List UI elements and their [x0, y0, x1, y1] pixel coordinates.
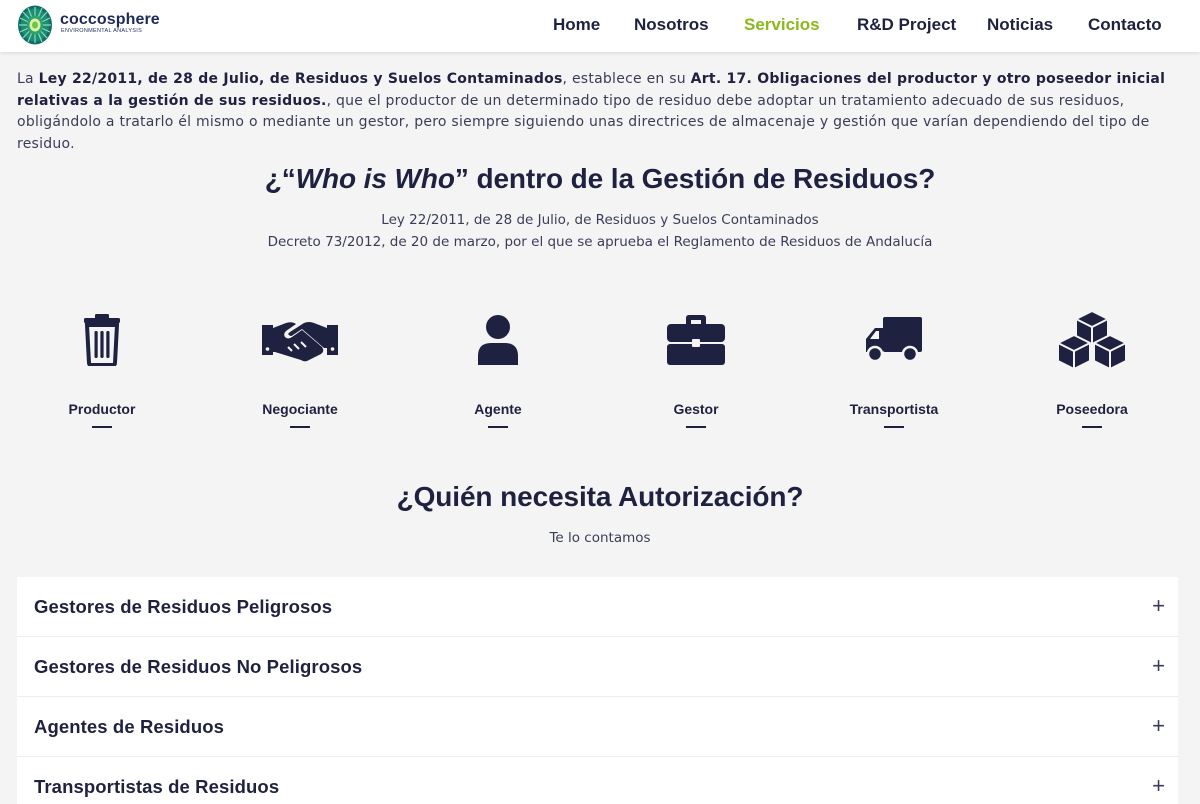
authorization-accordion: Gestores de Residuos Peligrosos + Gestor…: [17, 577, 1178, 804]
accordion-item-gestores-peligrosos[interactable]: Gestores de Residuos Peligrosos +: [17, 577, 1178, 637]
role-label-productor: Productor: [68, 401, 136, 417]
nav-item-servicios[interactable]: Servicios: [744, 15, 820, 35]
intro-paragraph: La Ley 22/2011, de 28 de Julio, de Resid…: [17, 69, 1183, 155]
accordion-item-gestores-no-peligrosos[interactable]: Gestores de Residuos No Peligrosos +: [17, 637, 1178, 697]
user-icon: [478, 315, 518, 365]
intro-text-2: , establece en su: [562, 71, 691, 87]
brand-name: coccosphere: [60, 11, 160, 28]
nav-item-rd-project[interactable]: R&D Project: [857, 15, 956, 35]
truck-icon: [866, 317, 922, 363]
nav-item-home[interactable]: Home: [553, 15, 600, 35]
intro-text-1: La: [17, 71, 39, 87]
plus-icon[interactable]: +: [1152, 655, 1165, 677]
trash-icon: [84, 314, 120, 366]
who-title-end: ” dentro de la Gestión de Residuos?: [454, 163, 936, 194]
role-divider: [1082, 426, 1102, 428]
who-title-start: ¿“: [264, 163, 296, 194]
site-header: coccosphere ENVIRONMENTAL ANALYSIS Home …: [0, 0, 1200, 52]
plus-icon[interactable]: +: [1152, 775, 1165, 797]
authorization-heading: ¿Quién necesita Autorización?: [396, 481, 804, 512]
authorization-subtitle: Te lo contamos: [549, 530, 651, 546]
role-divider: [92, 426, 112, 428]
who-decree-line: Decreto 73/2012, de 20 de marzo, por el …: [267, 234, 933, 250]
accordion-title: Transportistas de Residuos: [34, 776, 280, 797]
accordion-title: Agentes de Residuos: [34, 716, 225, 737]
who-title-italic: Who is Who: [295, 163, 455, 194]
nav-item-nosotros[interactable]: Nosotros: [634, 15, 709, 35]
role-divider: [686, 426, 706, 428]
role-agente: Agente: [399, 300, 597, 428]
nav-item-contacto[interactable]: Contacto: [1088, 15, 1162, 35]
who-subtitle: Ley 22/2011, de 28 de Julio, de Residuos…: [0, 209, 1200, 253]
accordion-item-transportistas[interactable]: Transportistas de Residuos +: [17, 757, 1178, 804]
who-is-who-heading: ¿“Who is Who” dentro de la Gestión de Re…: [0, 163, 1200, 195]
role-label-negociante: Negociante: [262, 401, 338, 417]
role-label-transportista: Transportista: [849, 401, 939, 417]
plus-icon[interactable]: +: [1152, 595, 1165, 617]
cubes-icon: [1057, 311, 1127, 369]
coccosphere-logo-icon: [18, 5, 52, 45]
role-negociante: Negociante: [201, 300, 399, 428]
role-productor: Productor: [3, 300, 201, 428]
nav-item-noticias[interactable]: Noticias: [987, 15, 1053, 35]
role-label-poseedora: Poseedora: [1056, 401, 1128, 417]
role-label-gestor: Gestor: [673, 401, 719, 417]
accordion-title: Gestores de Residuos No Peligrosos: [34, 656, 363, 677]
role-poseedora: Poseedora: [993, 300, 1191, 428]
handshake-icon: [262, 322, 338, 362]
role-divider: [884, 426, 904, 428]
plus-icon[interactable]: +: [1152, 715, 1165, 737]
accordion-title: Gestores de Residuos Peligrosos: [34, 596, 333, 617]
who-law-line: Ley 22/2011, de 28 de Julio, de Residuos…: [381, 212, 819, 228]
role-divider: [488, 426, 508, 428]
accordion-item-agentes[interactable]: Agentes de Residuos +: [17, 697, 1178, 757]
site-logo[interactable]: coccosphere ENVIRONMENTAL ANALYSIS: [17, 4, 160, 46]
role-gestor: Gestor: [597, 300, 795, 428]
briefcase-icon: [667, 315, 725, 365]
intro-law-name: Ley 22/2011, de 28 de Julio, de Residuos…: [38, 71, 563, 87]
role-label-agente: Agente: [474, 401, 522, 417]
role-transportista: Transportista: [795, 300, 993, 428]
brand-tagline: ENVIRONMENTAL ANALYSIS: [61, 28, 143, 34]
role-divider: [290, 426, 310, 428]
